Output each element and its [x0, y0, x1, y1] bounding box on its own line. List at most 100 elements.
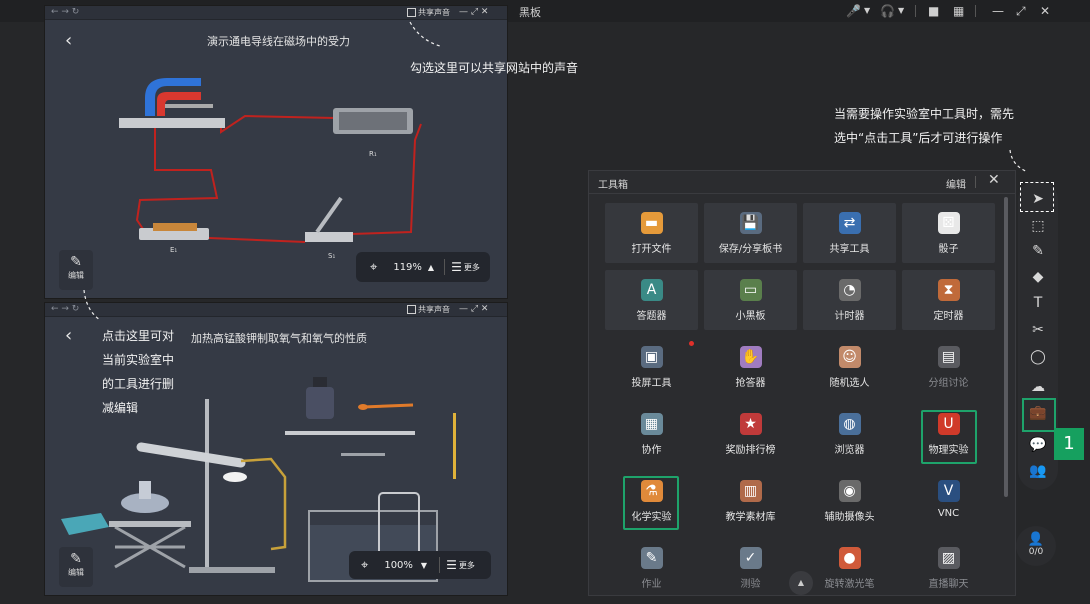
- tool-label: 小黑板: [735, 311, 766, 322]
- user-count: 0/0: [1028, 547, 1044, 557]
- user-count-button[interactable]: 👤 0/0: [1016, 526, 1056, 566]
- live-chat-icon: ▨: [937, 547, 960, 569]
- tool-label: 测验: [740, 579, 761, 590]
- toolbox-panel: 工具箱 编辑 ✕ ▬ 打开文件 💾 保存/分享板书 ⇄ 共享工具 ⚄ 骰子 A 答题器 ▭ 小黑板 ◔ 计…: [588, 170, 1016, 596]
- stopwatch-icon: ◔: [838, 279, 861, 301]
- eraser-icon[interactable]: ◆: [1018, 264, 1058, 290]
- share-note: 勾选这里可以共享网站中的声音: [410, 61, 579, 75]
- browser-icon: ◍: [838, 413, 861, 435]
- tool-label: 保存/分享板书: [718, 244, 783, 255]
- separator: [975, 176, 976, 188]
- arrow-tool: [1009, 149, 1029, 173]
- leaderboard-icon: ★: [739, 413, 762, 435]
- tool-save[interactable]: 💾 保存/分享板书: [704, 203, 797, 263]
- tool-label: 辅助摄像头: [824, 512, 875, 523]
- tool-webcam[interactable]: ◉ 辅助摄像头: [803, 471, 896, 531]
- scissors-icon[interactable]: ✂: [1018, 317, 1058, 343]
- pointer-tool-highlight: [1020, 182, 1054, 212]
- tool-label: 作业: [641, 579, 662, 590]
- tool-label: 教学素材库: [725, 512, 776, 523]
- highlight-chemistry-lab: [623, 476, 679, 530]
- tool-folder[interactable]: ▬ 打开文件: [605, 203, 698, 263]
- edit-note-line3: 的工具进行删: [102, 377, 175, 391]
- quiz-icon: ✓: [739, 547, 762, 569]
- tool-homework[interactable]: ✎ 作业: [605, 538, 698, 595]
- folder-icon: ▬: [640, 212, 663, 234]
- pen-icon[interactable]: ✎: [1018, 238, 1058, 264]
- hourglass-icon: ⧗: [937, 279, 960, 301]
- select-icon[interactable]: ⬚: [1018, 213, 1058, 239]
- close-icon[interactable]: ✕: [988, 172, 1000, 188]
- library-icon: ▥: [739, 480, 762, 502]
- tool-buzzer[interactable]: ✋ 抢答器: [704, 337, 797, 397]
- dice-icon: ⚄: [937, 212, 960, 234]
- tool-vnc[interactable]: V VNC: [902, 471, 995, 531]
- webcam-icon: ◉: [838, 480, 861, 502]
- toolbox-button-highlight: [1022, 398, 1056, 432]
- highlight-physics-lab: [921, 410, 977, 464]
- tool-label: 直播聊天: [928, 579, 969, 590]
- notification-dot: [689, 341, 694, 346]
- edit-note-line1: 点击这里可对: [102, 329, 175, 343]
- step-badge: 1: [1054, 428, 1084, 460]
- tool-label: 投屏工具: [631, 378, 672, 389]
- cast-icon: ▣: [640, 346, 663, 368]
- scrollbar-thumb[interactable]: [1004, 197, 1008, 497]
- arrow-edit: [83, 289, 101, 321]
- tool-quiz[interactable]: ✓ 测验: [704, 538, 797, 595]
- tool-label: 奖励排行榜: [725, 445, 776, 456]
- tool-note-line2: 选中“点击工具”后才可进行操作: [834, 131, 1003, 145]
- collab-icon: ▦: [640, 413, 663, 435]
- chat-icon[interactable]: 💬: [1018, 432, 1058, 458]
- tool-label: 共享工具: [829, 244, 870, 255]
- tool-label: 答题器: [636, 311, 667, 322]
- tool-cast[interactable]: ▣ 投屏工具: [605, 337, 698, 397]
- tool-label: 旋转激光笔: [824, 579, 875, 590]
- people-icon[interactable]: 👥: [1018, 458, 1058, 484]
- tool-leaderboard[interactable]: ★ 奖励排行榜: [704, 404, 797, 464]
- tool-label: 随机选人: [829, 378, 870, 389]
- tool-blackboard[interactable]: ▭ 小黑板: [704, 270, 797, 330]
- tool-label: 抢答器: [735, 378, 766, 389]
- tool-label: 协作: [641, 445, 662, 456]
- tool-dice[interactable]: ⚄ 骰子: [902, 203, 995, 263]
- user-icon: 👤: [1027, 532, 1045, 547]
- group-icon: ▤: [937, 346, 960, 368]
- blackboard-icon: ▭: [739, 279, 762, 301]
- tool-label: 骰子: [938, 244, 959, 255]
- arrow-share: [409, 21, 441, 47]
- tool-collab[interactable]: ▦ 协作: [605, 404, 698, 464]
- text-icon[interactable]: T: [1018, 290, 1058, 316]
- tool-label: 分组讨论: [928, 378, 969, 389]
- tool-browser[interactable]: ◍ 浏览器: [803, 404, 896, 464]
- random-pick-icon: ☺: [838, 346, 861, 368]
- edit-note-line2: 当前实验室中: [102, 353, 175, 367]
- vnc-icon: V: [937, 480, 960, 502]
- tool-laser[interactable]: ● 旋转激光笔: [803, 538, 896, 595]
- tool-hourglass[interactable]: ⧗ 定时器: [902, 270, 995, 330]
- toolbox-title: 工具箱: [598, 180, 628, 191]
- homework-icon: ✎: [640, 547, 663, 569]
- tool-label: 计时器: [834, 311, 865, 322]
- share-tool-icon: ⇄: [838, 212, 861, 234]
- tool-group[interactable]: ▤ 分组讨论: [902, 337, 995, 397]
- tool-answer[interactable]: A 答题器: [605, 270, 698, 330]
- buzzer-icon: ✋: [739, 346, 762, 368]
- tool-label: VNC: [937, 508, 960, 519]
- tool-random-pick[interactable]: ☺ 随机选人: [803, 337, 896, 397]
- drawing-toolbar: ➤ ⬚ ✎ ◆ T ✂ ◯ ☁ 💼 💬 👥: [1018, 180, 1058, 490]
- tool-share-tool[interactable]: ⇄ 共享工具: [803, 203, 896, 263]
- edit-note-line4: 减编辑: [102, 401, 139, 415]
- tool-note-line1: 当需要操作实验室中工具时，需先: [834, 107, 1015, 121]
- save-icon: 💾: [739, 212, 762, 234]
- scroll-up-icon[interactable]: ▲: [789, 571, 813, 595]
- toolbox-edit-button[interactable]: 编辑: [946, 176, 966, 191]
- cloud-icon[interactable]: ☁: [1018, 374, 1058, 400]
- answer-icon: A: [640, 279, 663, 301]
- tool-label: 浏览器: [834, 445, 865, 456]
- tool-stopwatch[interactable]: ◔ 计时器: [803, 270, 896, 330]
- shape-icon[interactable]: ◯: [1018, 344, 1058, 370]
- tool-label: 打开文件: [631, 244, 672, 255]
- tool-library[interactable]: ▥ 教学素材库: [704, 471, 797, 531]
- tool-live-chat[interactable]: ▨ 直播聊天: [902, 538, 995, 595]
